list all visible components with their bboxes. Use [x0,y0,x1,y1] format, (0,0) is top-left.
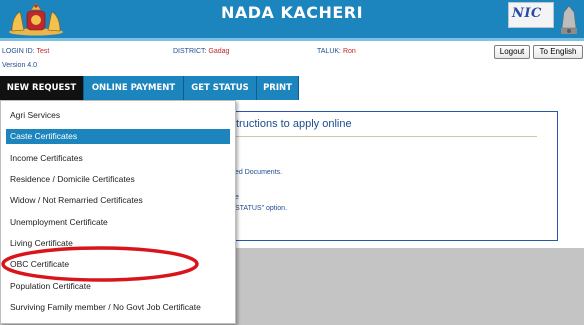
district-value: Gadag [208,48,230,55]
ashoka-emblem-icon [561,5,577,34]
nav-get-status[interactable]: GET STATUS [184,76,257,100]
menu-item-unemployment-certificate[interactable]: Unemployment Certificate [6,215,230,230]
district-label: DISTRICT: [173,48,207,55]
taluk-value: Ron [342,48,356,55]
version-label: Version 4.0 [2,62,38,69]
new-request-dropdown-menu: Agri Services Caste Certificates Income … [0,100,236,324]
main-nav: NEW REQUEST ONLINE PAYMENT GET STATUS PR… [0,76,300,100]
menu-item-widow-certificates[interactable]: Widow / Not Remarried Certificates [6,193,230,208]
instructions-text: ed Documents. [235,169,283,176]
menu-item-residence-certificates[interactable]: Residence / Domicile Certificates [6,172,230,187]
instructions-panel: tructions to apply online ed Documents. … [222,111,558,241]
menu-item-caste-certificates[interactable]: Caste Certificates [6,129,230,144]
taluk-label: TALUK: [317,48,341,55]
logout-button[interactable]: Logout [494,45,530,59]
red-highlight-ellipse [1,246,199,282]
app-title: NADA KACHERI [220,3,364,22]
nav-print[interactable]: PRINT [257,76,299,100]
login-id-label: LOGIN ID: [2,48,35,55]
menu-item-income-certificates[interactable]: Income Certificates [6,151,230,166]
divider [231,136,537,137]
nav-online-payment[interactable]: ONLINE PAYMENT [84,76,184,100]
nic-logo: NIC [508,2,554,28]
instructions-title: tructions to apply online [236,118,352,130]
header-bar: NADA KACHERI NIC [0,0,584,41]
to-english-button[interactable]: To English [533,45,583,59]
nic-logo-text: NIC [512,6,542,21]
menu-item-agri-services[interactable]: Agri Services [6,108,230,123]
login-id-info: LOGIN ID: Test [2,48,49,55]
login-id-value: Test [36,48,50,55]
district-info: DISTRICT: Gadag [173,48,229,55]
instructions-text: STATUS" option. [235,205,288,212]
taluk-info: TALUK: Ron [317,48,356,55]
nav-new-request[interactable]: NEW REQUEST [0,76,84,100]
menu-item-surviving-family-member-certificate[interactable]: Surviving Family member / No Govt Job Ce… [6,300,230,315]
